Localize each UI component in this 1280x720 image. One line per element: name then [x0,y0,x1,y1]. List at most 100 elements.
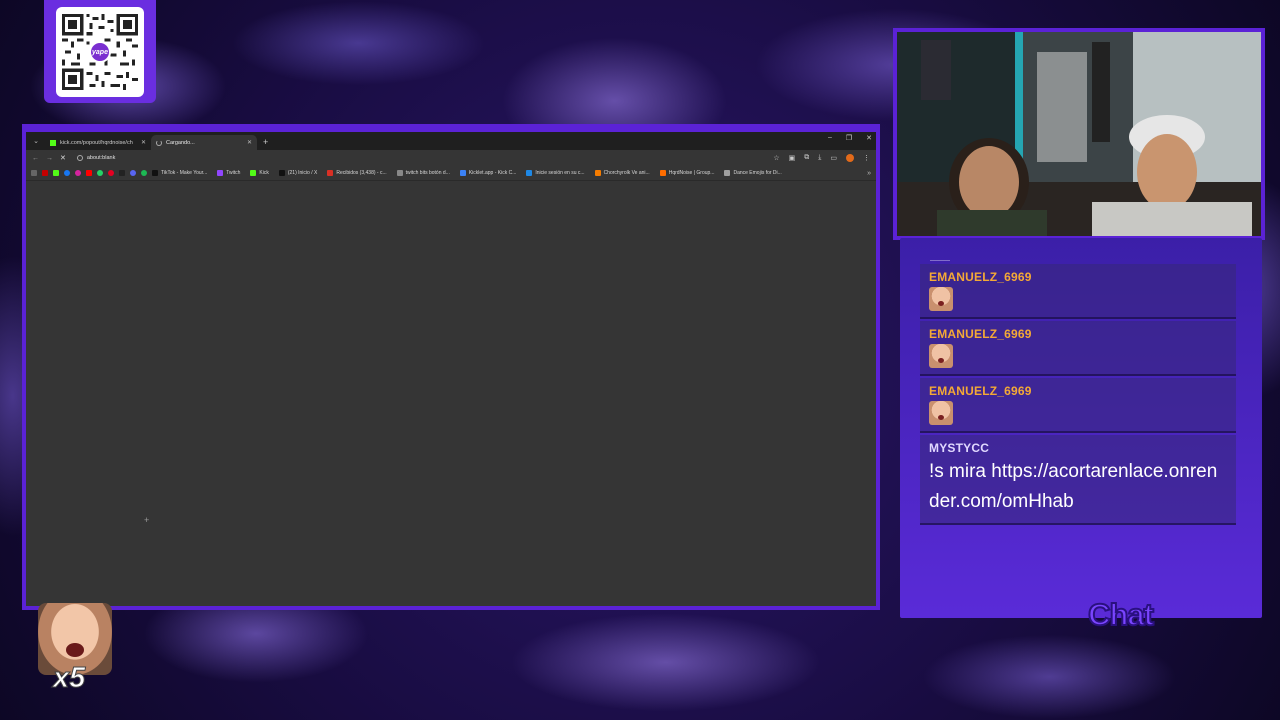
bookmark-item[interactable]: twitch bits botón d... [396,170,450,176]
bookmark-item[interactable]: Dance Emojis for Di... [724,170,782,176]
discord-icon[interactable] [130,170,136,176]
youtube-icon[interactable] [86,170,92,176]
bookmark-favicon-icon [396,170,403,176]
address-bar[interactable]: about:blank [73,152,766,164]
back-icon[interactable]: ← [32,155,39,162]
chat-message-list[interactable]: EMANUELZ_6969 EMANUELZ_6969 EMANUELZ_696… [920,260,1236,582]
bookmark-list: TikTok - Make Your... Twitch Kick (21) Inic… [152,170,782,176]
stop-loading-icon[interactable]: ✕ [60,154,66,162]
toolbar-actions: ☆ ▣ ⧉ ⤓ ▭ ⋮ [773,154,870,162]
tab-loading[interactable]: Cargando... ✕ [151,135,257,150]
bookmark-favicon-icon [526,170,533,176]
bookmark-favicon-icon [459,170,466,176]
site-info-icon[interactable] [76,155,83,161]
whatsapp-icon[interactable] [97,170,103,176]
new-tab-icon[interactable]: + [263,137,268,147]
tab-search-icon[interactable]: ⌄ [29,134,43,148]
restore-icon[interactable]: ❐ [846,134,852,142]
chat-username[interactable]: EMANUELZ_6969 [929,384,1227,398]
window-controls: – ❐ ✕ [828,134,872,142]
bookmark-favicon-icon [659,170,666,176]
bookmark-item[interactable]: Twitch [217,170,240,176]
bookmark-label: Chorchyrolk Ve ani... [603,170,650,176]
bookmark-favicon-icon [152,170,158,176]
browser-window: ⌄ kick.com/popout/hqrdnoise/ch ✕ Cargand… [26,132,876,606]
browser-capture-frame: ⌄ kick.com/popout/hqrdnoise/ch ✕ Cargand… [22,124,880,610]
bookmark-item[interactable]: Recibidos (3,438) - c... [327,170,387,176]
bookmark-label: Recibidos (3,438) - c... [336,170,387,176]
bookmark-item[interactable]: Inicie sesión en su c... [526,170,585,176]
bookmark-label: TikTok - Make Your... [161,170,208,176]
close-window-icon[interactable]: ✕ [866,134,872,142]
chat-username[interactable]: EMANUELZ_6969 [929,327,1227,341]
spotify-icon[interactable] [141,170,147,176]
chat-panel: EMANUELZ_6969 EMANUELZ_6969 EMANUELZ_696… [900,238,1262,618]
close-tab-icon[interactable]: ✕ [247,139,252,146]
bookmark-item[interactable]: HqrdNoise | Group... [659,170,715,176]
close-tab-icon[interactable]: ✕ [141,139,146,146]
more-bookmarks-icon[interactable]: » [867,170,871,177]
extensions-puzzle-icon[interactable]: ⧉ [804,154,809,162]
bookmark-favicon-icon[interactable] [53,170,59,176]
menu-kebab-icon[interactable]: ⋮ [863,154,870,162]
bookmark-label: HqrdNoise | Group... [668,170,715,176]
chat-title: Chat [1087,596,1155,633]
bookmark-label: Twitch [226,170,241,176]
reading-list-icon[interactable]: ▭ [830,154,837,162]
bookmark-favicon-icon [278,170,285,176]
bookmark-item[interactable]: Kick [250,170,269,176]
browser-toolbar: ← → ✕ about:blank ☆ ▣ ⧉ ⤓ ▭ ⋮ [26,150,876,166]
address-text: about:blank [86,155,116,161]
face-emote-icon [929,287,953,311]
instagram-icon[interactable] [75,170,81,176]
chat-message: EMANUELZ_6969 [920,321,1236,376]
pinterest-icon[interactable] [108,170,114,176]
bookmark-favicon-icon [594,170,601,176]
extension-icon[interactable]: ▣ [789,154,796,162]
bookmark-item[interactable]: Kicklet.app - Kick C... [459,170,517,176]
bookmark-favicon-icon [327,170,334,176]
download-icon[interactable]: ⤓ [818,154,821,162]
bookmark-item[interactable]: (21) Inicio / X [278,170,317,176]
chat-username[interactable]: EMANUELZ_6969 [929,270,1227,284]
yape-logo: yape [89,41,111,63]
page-content-area[interactable]: + [26,181,876,606]
chat-message: EMANUELZ_6969 [920,264,1236,319]
tab-kick-popout[interactable]: kick.com/popout/hqrdnoise/ch ✕ [45,135,151,150]
bookmark-favicon-icon [217,170,224,176]
qr-code-panel: yape [44,0,156,103]
qr-code: yape [56,7,144,97]
face-emote-icon [929,344,953,368]
tab-title: Cargando... [166,139,195,146]
loading-spinner-icon [156,139,162,146]
bookmark-label: Kick [259,170,269,176]
bookmark-label: Kicklet.app - Kick C... [468,170,517,176]
bookmark-item[interactable]: TikTok - Make Your... [152,170,207,176]
chat-message: EMANUELZ_6969 [920,378,1236,433]
tab-title: kick.com/popout/hqrdnoise/ch [60,139,133,146]
bookmark-favicon-icon [250,170,257,176]
bookmark-label: twitch bits botón d... [405,170,450,176]
tab-strip: ⌄ kick.com/popout/hqrdnoise/ch ✕ Cargand… [26,132,876,150]
profile-avatar-icon[interactable] [846,154,854,162]
minimize-icon[interactable]: – [828,134,832,142]
bookmark-favicon-icon[interactable] [119,170,125,176]
forward-icon[interactable]: → [46,155,53,162]
chat-message: MYSTYCC !s mira https://acortarenlace.on… [920,435,1236,525]
bookmark-item[interactable]: Chorchyrolk Ve ani... [594,170,650,176]
chat-message-text: !s mira https://acortarenlace.onrender.c… [929,461,1218,512]
bookmark-favicon-icon [724,170,731,176]
bookmark-label: Inicie sesión en su c... [535,170,585,176]
chat-username[interactable]: MYSTYCC [929,441,1227,455]
bookmark-label: Dance Emojis for Di... [733,170,782,176]
apps-grid-icon[interactable] [31,170,37,176]
webcam-feed [897,32,1261,236]
cursor-crosshair-icon: + [144,515,150,525]
bookmark-star-icon[interactable]: ☆ [773,154,779,162]
facebook-icon[interactable] [64,170,70,176]
bookmarks-bar: TikTok - Make Your... Twitch Kick (21) Inic… [26,166,876,181]
face-emote-icon [929,401,953,425]
webcam-scene [897,32,1261,236]
bookmark-favicon-icon[interactable] [42,170,48,176]
webcam-frame [893,28,1265,240]
